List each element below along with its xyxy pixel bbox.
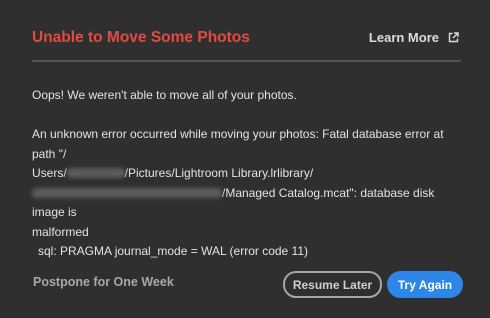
intro-text: Oops! We weren't able to move all of you… (32, 88, 297, 102)
library-path: /Pictures/Lightroom Library.lrlibrary/ (124, 166, 314, 180)
try-again-button[interactable]: Try Again (387, 271, 463, 298)
redacted-username (66, 168, 125, 178)
learn-more-link[interactable]: Learn More (369, 30, 459, 45)
error-line-3: /Managed Catalog.mcat": database disk im… (32, 184, 462, 223)
external-link-icon (448, 32, 459, 43)
users-path: Users/ (32, 166, 67, 180)
learn-more-label: Learn More (368, 30, 439, 45)
dialog-message: Oops! We weren't able to move all of you… (32, 86, 462, 262)
error-line-4: malformed (32, 224, 89, 239)
redacted-folder (32, 187, 222, 198)
dialog-title: Unable to Move Some Photos (32, 29, 250, 46)
postpone-button[interactable]: Postpone for One Week (33, 275, 174, 289)
error-line-1: An unknown error occurred while moving y… (32, 127, 444, 161)
error-line-2: Users/ /Pictures/Lightroom Library.lrlibr… (32, 164, 462, 184)
header-divider (32, 60, 461, 62)
error-dialog: Unable to Move Some Photos Learn More Oo… (0, 0, 490, 318)
resume-later-button[interactable]: Resume Later (283, 271, 382, 298)
sql-line: sql: PRAGMA journal_mode = WAL (error co… (38, 244, 308, 258)
